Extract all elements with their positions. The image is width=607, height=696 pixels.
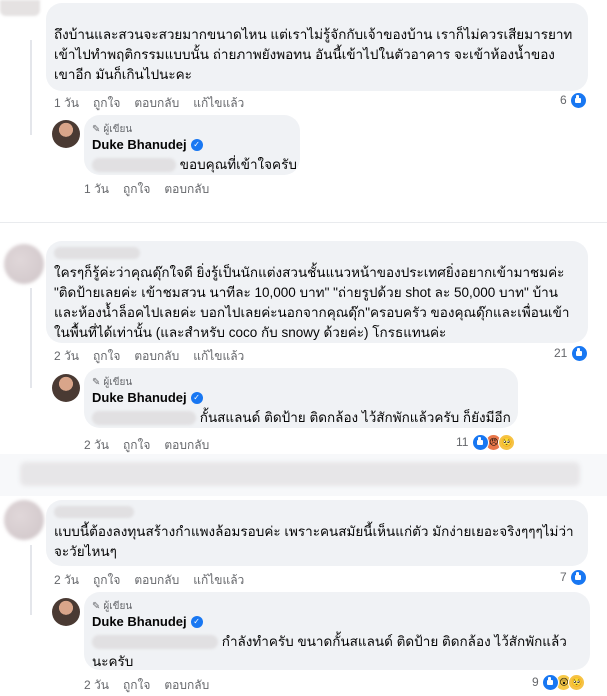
blurred-content (20, 462, 580, 486)
author-name-text[interactable]: Duke Bhanudej (92, 137, 187, 152)
like-button[interactable]: ถูกใจ (123, 436, 150, 455)
reply-actions: 2 วัน ถูกใจ ตอบกลับ (84, 676, 209, 695)
thread-line (30, 545, 32, 615)
avatar[interactable] (52, 598, 80, 626)
like-button[interactable]: ถูกใจ (123, 676, 150, 695)
reply-content: กำลังทำครับ ขนาดกั้นสแลนด์ ติดป้าย ติดกล… (92, 632, 582, 672)
like-icon (570, 569, 588, 586)
reply-time[interactable]: 1 วัน (84, 180, 109, 199)
like-button[interactable]: ถูกใจ (93, 347, 120, 366)
commenter-name[interactable] (54, 506, 134, 518)
comment-actions: 2 วัน ถูกใจ ตอบกลับ แก้ไขแล้ว (54, 571, 244, 590)
reply-text: ขอบคุณที่เข้าใจครับ (179, 157, 297, 172)
reaction-summary[interactable]: 11 😠 🥺 (456, 434, 516, 451)
reply-button[interactable]: ตอบกลับ (134, 94, 179, 113)
verified-badge-icon: ✓ (190, 138, 203, 151)
author-name-text[interactable]: Duke Bhanudej (92, 390, 187, 405)
comment-text: ใครๆก็รู้ค่ะว่าคุณดุ๊กใจดี ยิ่งรู้เป็นนั… (54, 265, 570, 340)
comment-bubble: แบบนี้ต้องลงทุนสร้างกำแพงล้อมรอบค่ะ เพรา… (46, 500, 588, 566)
author-badge-label: ผู้เขียน (103, 377, 133, 388)
like-button[interactable]: ถูกใจ (123, 180, 150, 199)
reply-time[interactable]: 2 วัน (84, 436, 109, 455)
avatar[interactable] (52, 120, 80, 148)
reaction-summary[interactable]: 6 (560, 92, 588, 109)
tagged-name[interactable] (92, 411, 196, 426)
comment-time[interactable]: 1 วัน (54, 94, 79, 113)
reaction-count: 21 (554, 346, 568, 361)
author-badge: ✎ ผู้เขียน (92, 375, 132, 390)
tagged-name[interactable] (92, 635, 218, 650)
reply-bubble: ✎ ผู้เขียน Duke Bhanudej ✓ ขอบคุณที่เข้า… (84, 115, 300, 175)
care-icon: 🥺 (568, 674, 586, 691)
verified-badge-icon: ✓ (190, 615, 203, 628)
like-button[interactable]: ถูกใจ (93, 571, 120, 590)
reply-actions: 2 วัน ถูกใจ ตอบกลับ (84, 436, 209, 455)
author-name[interactable]: Duke Bhanudej ✓ (92, 137, 203, 152)
comment-text: แบบนี้ต้องลงทุนสร้างกำแพงล้อมรอบค่ะ เพรา… (54, 524, 574, 559)
reply-content: กั้นสแลนด์ ติดป้าย ติดกล้อง ไว้สักพักแล้… (92, 408, 516, 428)
reaction-count: 11 (456, 435, 469, 450)
reply-time[interactable]: 2 วัน (84, 676, 109, 695)
author-badge: ✎ ผู้เขียน (92, 599, 132, 614)
edited-label: แก้ไขแล้ว (193, 573, 245, 587)
pen-icon: ✎ (92, 601, 101, 612)
comment-bubble: ถึงบ้านและสวนจะสวยมากขนาดไหน แต่เราไม่รู… (46, 3, 588, 91)
avatar[interactable] (4, 244, 44, 284)
care-icon: 🥺 (498, 434, 516, 451)
comment-time[interactable]: 2 วัน (54, 571, 79, 590)
comment-actions: 2 วัน ถูกใจ ตอบกลับ แก้ไขแล้ว (54, 347, 244, 366)
reply-actions: 1 วัน ถูกใจ ตอบกลับ (84, 180, 209, 199)
author-name-text[interactable]: Duke Bhanudej (92, 614, 187, 629)
pen-icon: ✎ (92, 377, 101, 388)
edited-label: แก้ไขแล้ว (193, 349, 245, 363)
avatar[interactable] (4, 500, 44, 540)
reply-button[interactable]: ตอบกลับ (164, 436, 209, 455)
author-badge-label: ผู้เขียน (103, 124, 133, 135)
reaction-count: 6 (560, 93, 567, 108)
thread-line (30, 288, 32, 388)
author-badge: ✎ ผู้เขียน (92, 122, 132, 137)
edited-label: แก้ไขแล้ว (193, 96, 245, 110)
tagged-name[interactable] (92, 158, 176, 173)
reply-button[interactable]: ตอบกลับ (164, 180, 209, 199)
thread-line (30, 40, 32, 135)
avatar[interactable] (52, 374, 80, 402)
reply-text: กั้นสแลนด์ ติดป้าย ติดกล้อง ไว้สักพักแล้… (199, 410, 511, 425)
commenter-name[interactable] (54, 247, 140, 259)
pen-icon: ✎ (92, 124, 101, 135)
reaction-count: 9 (532, 675, 539, 690)
comment-actions: 1 วัน ถูกใจ ตอบกลับ แก้ไขแล้ว (54, 94, 244, 113)
reply-bubble: ✎ ผู้เขียน Duke Bhanudej ✓ กั้นสแลนด์ ติ… (84, 368, 518, 428)
reply-content: ขอบคุณที่เข้าใจครับ (92, 155, 298, 175)
verified-badge-icon: ✓ (190, 391, 203, 404)
author-name[interactable]: Duke Bhanudej ✓ (92, 614, 203, 629)
comment-text: ถึงบ้านและสวนจะสวยมากขนาดไหน แต่เราไม่รู… (54, 27, 573, 82)
reply-button[interactable]: ตอบกลับ (134, 571, 179, 590)
author-name[interactable]: Duke Bhanudej ✓ (92, 390, 203, 405)
reaction-summary[interactable]: 9 😲 🥺 (532, 674, 586, 691)
like-icon (571, 345, 589, 362)
author-badge-label: ผู้เขียน (103, 601, 133, 612)
comment-time[interactable]: 2 วัน (54, 347, 79, 366)
comment-bubble: ใครๆก็รู้ค่ะว่าคุณดุ๊กใจดี ยิ่งรู้เป็นนั… (46, 241, 588, 343)
reply-button[interactable]: ตอบกลับ (134, 347, 179, 366)
reaction-summary[interactable]: 7 (560, 569, 588, 586)
avatar (0, 0, 40, 16)
like-button[interactable]: ถูกใจ (93, 94, 120, 113)
divider (0, 222, 607, 223)
reply-bubble: ✎ ผู้เขียน Duke Bhanudej ✓ กำลังทำครับ ข… (84, 592, 590, 670)
reaction-summary[interactable]: 21 (554, 345, 589, 362)
reaction-count: 7 (560, 570, 567, 585)
reply-button[interactable]: ตอบกลับ (164, 676, 209, 695)
like-icon (570, 92, 588, 109)
